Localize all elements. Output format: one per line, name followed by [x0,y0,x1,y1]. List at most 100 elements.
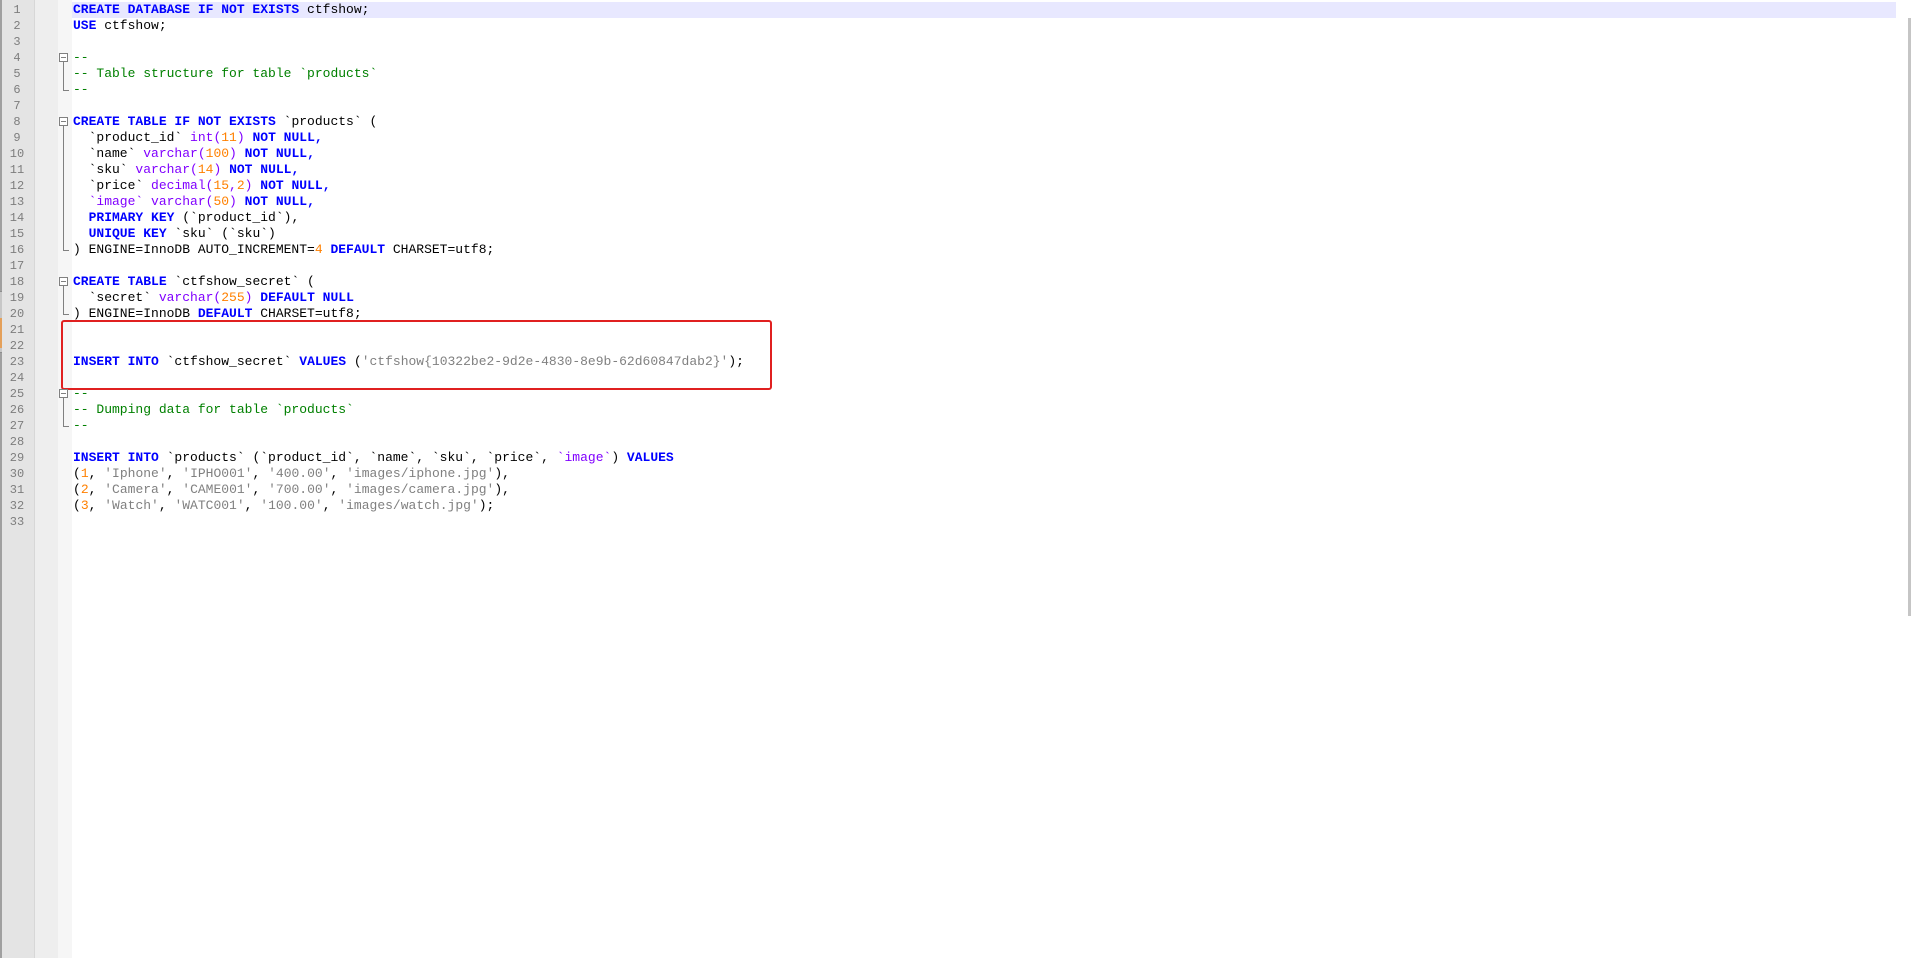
code-token: varchar( [135,162,198,177]
code-line[interactable]: `image` varchar(50) NOT NULL, [72,194,1896,210]
code-token: 100 [205,146,230,161]
code-line[interactable]: (2, 'Camera', 'CAME001', '700.00', 'imag… [72,482,1896,498]
code-line[interactable] [72,514,1896,530]
code-line[interactable] [72,434,1896,450]
line-number: 22 [9,339,25,353]
fold-range-line [63,286,64,314]
fold-margin[interactable] [58,0,72,958]
code-line[interactable]: `sku` varchar(14) NOT NULL, [72,162,1896,178]
line-number: 4 [13,51,21,65]
code-token: 255 [221,290,245,305]
code-line[interactable] [72,34,1896,50]
code-line-content: -- [73,82,89,98]
code-token: `sku` (`sku`) [166,226,276,241]
code-line[interactable]: PRIMARY KEY (`product_id`), [72,210,1896,226]
code-line[interactable]: INSERT INTO `products` (`product_id`, `n… [72,450,1896,466]
code-line[interactable]: `product_id` int(11) NOT NULL, [72,130,1896,146]
code-token: -- [73,82,89,97]
code-token: 4 [314,242,323,257]
code-token: 11 [221,130,237,145]
code-line[interactable]: CREATE DATABASE IF NOT EXISTS ctfshow; [72,2,1896,18]
code-token: -- Table structure for table `products` [73,66,378,81]
code-token: 'CAME001' [182,482,253,497]
code-line[interactable] [72,98,1896,114]
code-text-area[interactable]: CREATE DATABASE IF NOT EXISTS ctfshow; US… [72,0,1896,958]
line-number: 19 [9,291,25,305]
code-line[interactable]: `secret` varchar(255) DEFAULT NULL [72,290,1896,306]
code-line[interactable] [72,258,1896,274]
code-token: 'images/watch.jpg' [338,498,479,513]
code-token: `price` [73,178,152,193]
line-number: 33 [9,515,25,529]
line-number: 20 [9,307,25,321]
code-line[interactable]: -- Dumping data for table `products` [72,402,1896,418]
code-line[interactable]: -- [72,418,1896,434]
code-token: 'images/camera.jpg' [346,482,495,497]
line-number: 28 [9,435,25,449]
code-token: 2 [236,178,245,193]
code-token: NOT NULL, [244,130,323,145]
code-token: ) [611,450,627,465]
code-token: , [88,482,105,497]
code-line-content: ) ENGINE=InnoDB AUTO_INCREMENT=4 DEFAULT… [73,242,494,258]
line-number: 1 [13,3,21,17]
line-number: 2 [13,19,21,33]
code-line-content: -- [73,50,89,66]
code-line[interactable]: CREATE TABLE `ctfshow_secret` ( [72,274,1896,290]
code-token: ( [73,498,81,513]
code-token: -- Dumping data for table `products` [73,402,354,417]
line-number: 5 [13,67,21,81]
code-token: 14 [197,162,214,177]
code-token: varchar( [143,146,206,161]
scrollbar-thumb[interactable] [1908,18,1911,616]
line-number: 7 [13,99,21,113]
code-token: 'Iphone' [104,466,167,481]
code-line-content: CREATE DATABASE IF NOT EXISTS ctfshow; [73,2,369,18]
code-token: USE [73,18,97,33]
code-line[interactable]: (3, 'Watch', 'WATC001', '100.00', 'image… [72,498,1896,514]
fold-toggle-icon[interactable] [59,389,68,398]
code-token: , [166,482,183,497]
code-token: ), [494,482,510,497]
code-token: `product_id` [73,130,191,145]
code-token: 'WATC001' [174,498,245,513]
code-line[interactable]: `price` decimal(15,2) NOT NULL, [72,178,1896,194]
code-line[interactable]: -- [72,50,1896,66]
line-number: 30 [9,467,25,481]
fold-toggle-icon[interactable] [59,277,68,286]
code-token: CHARSET=utf8; [252,306,362,321]
code-token: DEFAULT [197,306,253,321]
code-line-content: CREATE TABLE `ctfshow_secret` ( [73,274,315,290]
code-line[interactable]: `name` varchar(100) NOT NULL, [72,146,1896,162]
code-line[interactable]: (1, 'Iphone', 'IPHO001', '400.00', 'imag… [72,466,1896,482]
line-number: 23 [9,355,25,369]
code-line[interactable]: CREATE TABLE IF NOT EXISTS `products` ( [72,114,1896,130]
code-token: ) [229,194,237,209]
fold-range-line [63,126,64,250]
line-number: 21 [9,323,25,337]
code-line[interactable]: UNIQUE KEY `sku` (`sku`) [72,226,1896,242]
fold-toggle-icon[interactable] [59,117,68,126]
code-line-content: (2, 'Camera', 'CAME001', '700.00', 'imag… [73,482,510,498]
line-number: 3 [13,35,21,49]
code-token: , [322,498,339,513]
code-token: , [252,466,269,481]
code-line[interactable]: -- Table structure for table `products` [72,66,1896,82]
code-token: int [190,130,214,145]
fold-toggle-icon[interactable] [59,53,68,62]
code-token: , [330,466,347,481]
bookmark-margin[interactable] [35,0,59,958]
code-token: CREATE TABLE [73,274,167,289]
code-token: , [252,482,269,497]
code-line[interactable]: USE ctfshow; [72,18,1896,34]
fold-end-marker [63,314,69,315]
line-number: 17 [9,259,25,273]
code-editor[interactable]: CREATE DATABASE IF NOT EXISTS ctfshow; US… [0,0,1916,958]
vertical-scrollbar[interactable] [1902,0,1916,958]
code-token: ) ENGINE=InnoDB AUTO_INCREMENT= [73,242,315,257]
code-line[interactable]: ) ENGINE=InnoDB AUTO_INCREMENT=4 DEFAULT… [72,242,1896,258]
line-number: 32 [9,499,25,513]
code-line[interactable]: -- [72,82,1896,98]
code-line-content: PRIMARY KEY (`product_id`), [73,210,300,226]
line-number: 13 [9,195,25,209]
